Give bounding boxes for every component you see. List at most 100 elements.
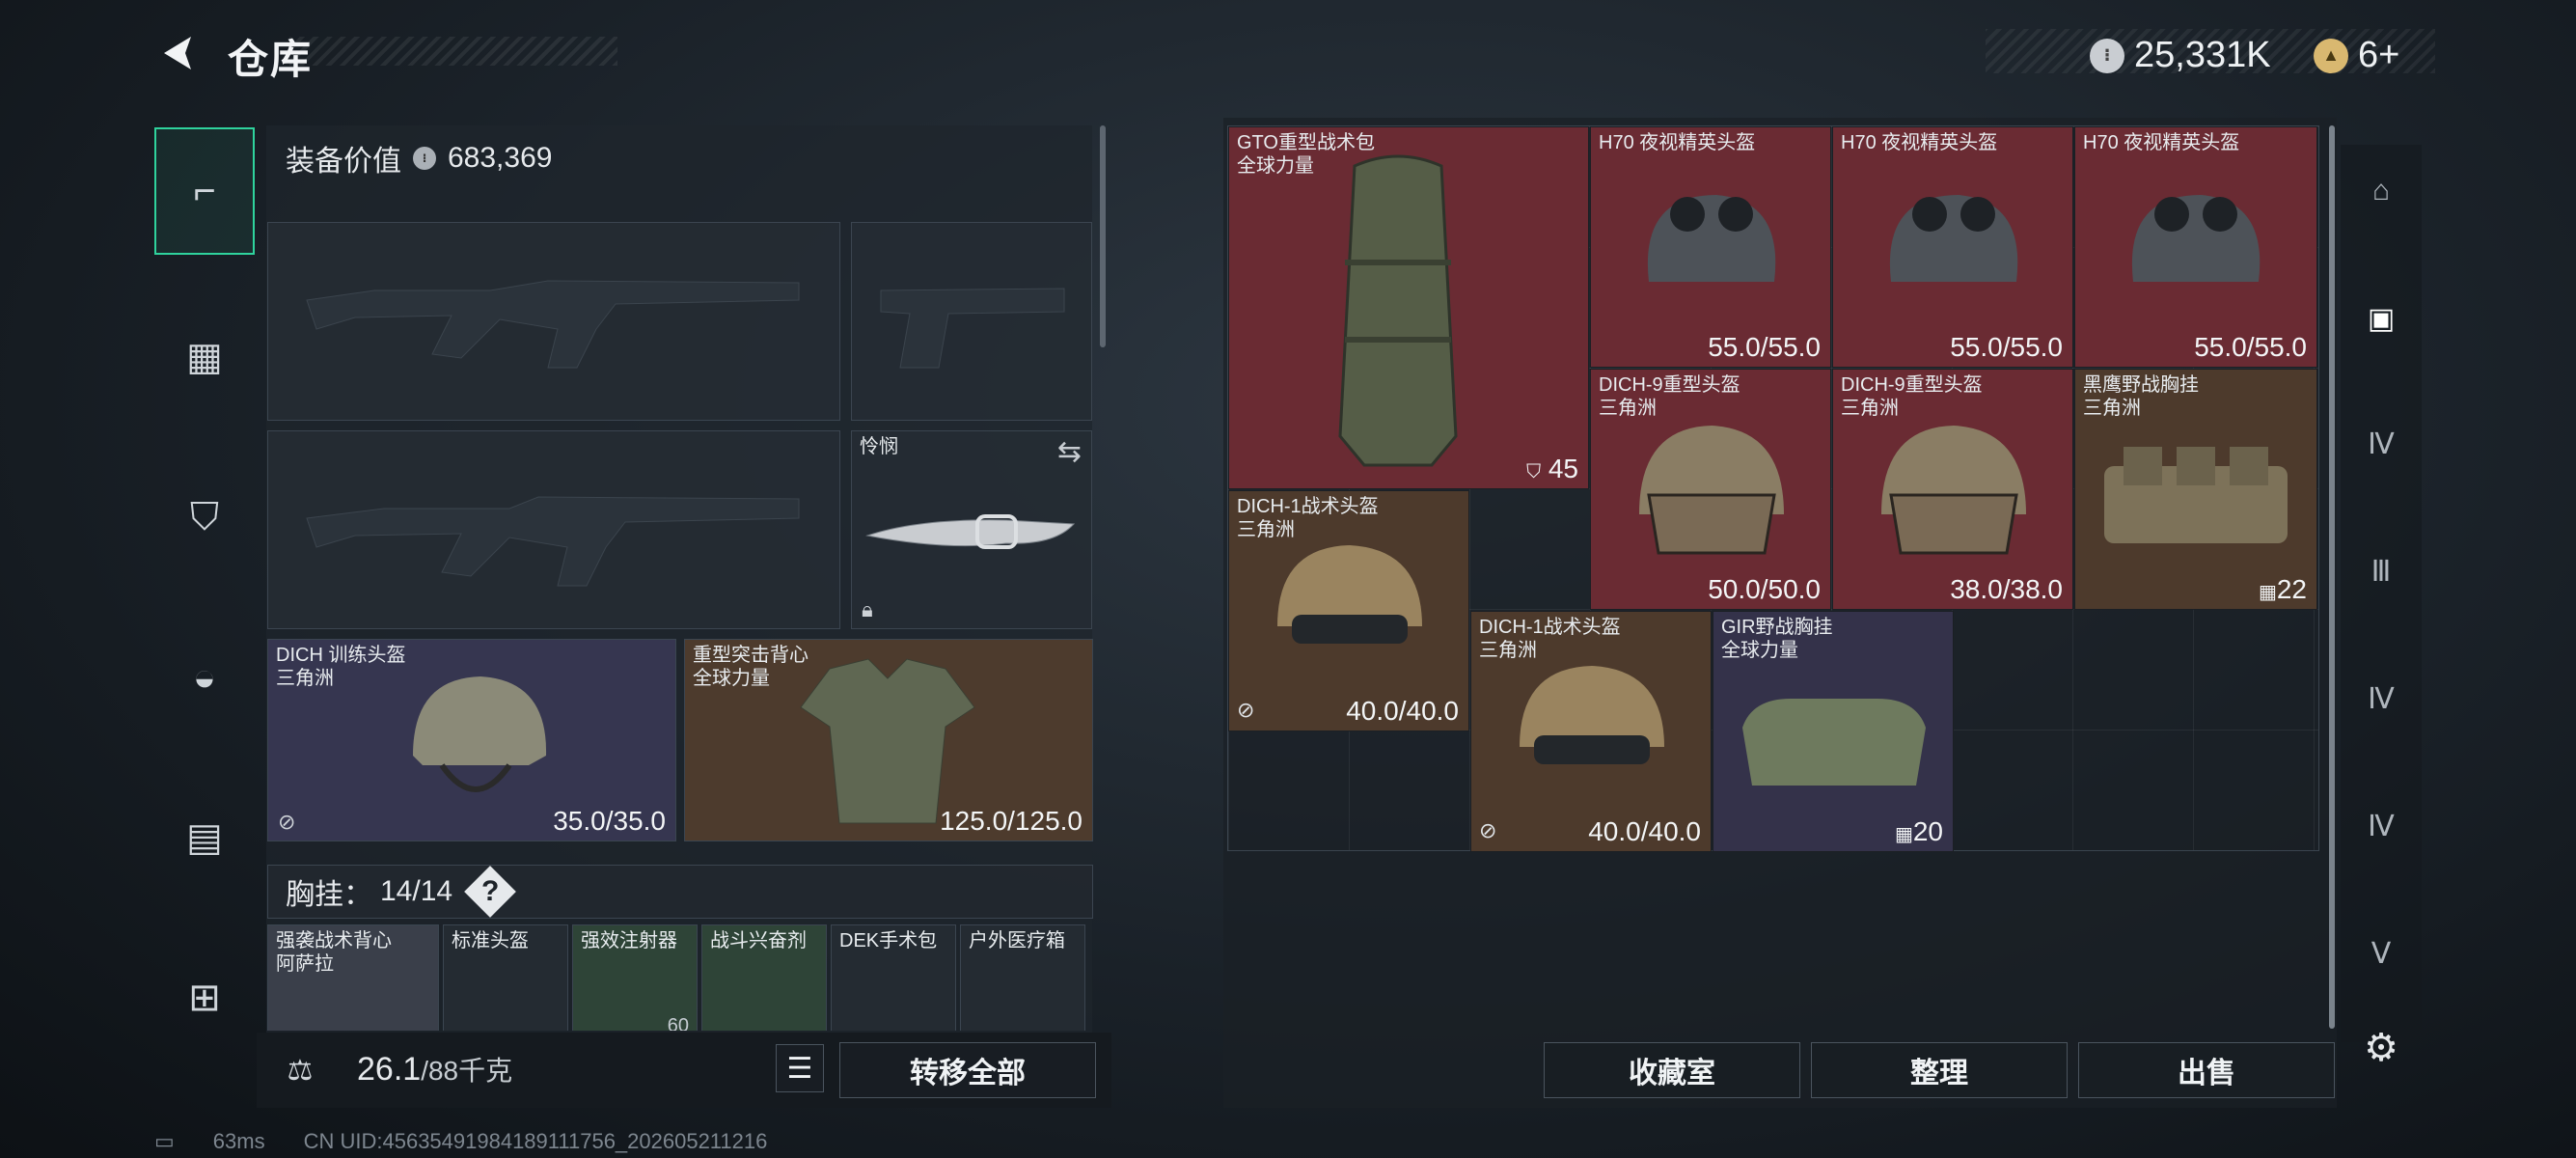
item-name: H70 夜视精英头盔 [2083, 132, 2240, 153]
list-icon[interactable]: ☰ [776, 1044, 824, 1092]
stash-tab-4c[interactable]: Ⅳ [2343, 787, 2420, 865]
equip-value-amount: 683,369 [448, 142, 553, 174]
rig-item-sub: 阿萨拉 [276, 953, 334, 975]
gold-currency[interactable]: ▲ 6+ [2314, 35, 2399, 76]
transfer-all-button[interactable]: 转移全部 [839, 1042, 1096, 1098]
stash-tab-gear[interactable]: ▣ [2343, 280, 2420, 357]
helmet-name-block: DICH 训练头盔 三角洲 [276, 644, 405, 690]
silver-currency: ⁝ 25,331K [2090, 35, 2271, 76]
item-name: 黑鹰野战胸挂 [2083, 374, 2199, 396]
pistol-icon: ⌐ [193, 169, 216, 212]
house-icon: ⌂ [2371, 175, 2391, 207]
help-icon[interactable]: ? [464, 866, 516, 918]
stash-tab-5[interactable]: Ⅴ [2343, 915, 2420, 992]
silver-amount: 25,331K [2134, 35, 2271, 75]
collection-room-button[interactable]: 收藏室 [1544, 1042, 1800, 1098]
helmet-slot[interactable]: DICH 训练头盔 三角洲 ⊘ 35.0/35.0 [267, 639, 676, 841]
stash-item-chest-rig[interactable]: GIR野战胸挂 全球力量 ▦20 [1713, 611, 1954, 852]
weight-readout: 26.1/88千克 [357, 1050, 512, 1089]
nav-armor[interactable]: ▦ [154, 293, 255, 421]
item-label: GIR野战胸挂 全球力量 [1721, 616, 1833, 662]
uid: CN UID:456354919841891117​56_20260521121… [303, 1129, 768, 1153]
chest-rig-count: 14/14 [380, 875, 453, 907]
gold-amount: 6+ [2358, 35, 2400, 75]
stash-tab-3[interactable]: Ⅲ [2343, 533, 2420, 610]
item-stat: 20 [1912, 816, 1943, 846]
rig-item[interactable]: 战斗兴奋剂 [701, 924, 827, 1031]
nv-helmet-image [2131, 195, 2261, 282]
stash-item-chest-rig[interactable]: 黑鹰野战胸挂 三角洲 ▦22 [2074, 369, 2317, 610]
sell-button[interactable]: 出售 [2078, 1042, 2335, 1098]
nv-helmet-image [1889, 195, 2018, 282]
vest-icon: ▦ [186, 336, 223, 378]
rig-capacity-icon: ▦ [1894, 824, 1913, 845]
tactical-helmet-image [1277, 545, 1422, 644]
stash-item-helmet[interactable]: H70 夜视精英头盔 55.0/55.0 [1832, 126, 2073, 368]
toolbox-icon: ⊞ [188, 977, 221, 1019]
gold-coin-icon: ▲ [2314, 38, 2348, 73]
rig-item[interactable]: 强效注射器 60 [572, 924, 698, 1031]
rig-item[interactable]: 户外医疗箱 [960, 924, 1085, 1031]
item-capacity: ⛉ 45 [1526, 454, 1578, 484]
item-sub: 全球力量 [1721, 640, 1798, 661]
no-repair-icon: ⊘ [1479, 818, 1497, 842]
chest-rig-image [2104, 447, 2288, 543]
item-name: DICH-1战术头盔 [1237, 496, 1379, 517]
stash-tab-main[interactable]: ⌂ [2343, 152, 2420, 230]
stash-tab-4[interactable]: Ⅳ [2343, 405, 2420, 482]
nav-backpack[interactable]: ⛉ [154, 454, 255, 581]
tactical-helmet-image [1520, 666, 1664, 764]
rig-item[interactable]: 标准头盔 [443, 924, 568, 1031]
chest-rig-header[interactable]: 胸挂： 14/14 ? [267, 865, 1093, 919]
item-name: DICH-1战术头盔 [1479, 617, 1621, 638]
settings-icon[interactable]: ⚙ [2343, 1009, 2420, 1087]
helmet-sub: 三角洲 [276, 668, 334, 689]
loadout-sidenav: ⌐ ▦ ⛉ ◒ ▤ ⊞ [154, 116, 255, 1081]
knife-image [865, 514, 1076, 549]
back-arrow-icon[interactable] [156, 31, 201, 75]
no-repair-icon: ⊘ [1237, 698, 1255, 722]
rig-item[interactable]: DEK手术包 [831, 924, 956, 1031]
stash-item-helmet[interactable]: H70 夜视精英头盔 55.0/55.0 [2074, 126, 2317, 368]
stash-scrollbar[interactable] [2329, 125, 2335, 1029]
no-repair-icon: ⊘ [278, 810, 296, 834]
nav-weapons[interactable]: ⌐ [154, 127, 255, 255]
swap-icon[interactable]: ⇆ [1057, 435, 1082, 469]
rifle-silhouette-icon [306, 280, 800, 369]
helmet-name: DICH 训练头盔 [276, 645, 406, 666]
stash-item-helmet[interactable]: DICH-1战术头盔 三角洲 ⊘ 40.0/40.0 [1228, 490, 1469, 731]
organize-button[interactable]: 整理 [1811, 1042, 2068, 1098]
armor-slot[interactable]: 重型突击背心 全球力量 125.0/125.0 [684, 639, 1093, 841]
melee-slot[interactable]: 怜悯 ⇆ 🔒︎ [851, 430, 1092, 629]
primary-weapon-slot[interactable] [267, 222, 840, 421]
item-stat: 55.0/55.0 [1950, 332, 2063, 362]
item-stat: 45 [1548, 454, 1578, 483]
stash-item-helmet[interactable]: H70 夜视精英头盔 55.0/55.0 [1590, 126, 1831, 368]
rig-item-name: 战斗兴奋剂 [710, 930, 807, 951]
nav-toolbox[interactable]: ⊞ [154, 934, 255, 1062]
rig-capacity-icon: ▦ [2258, 582, 2277, 603]
backpack-icon: ⛉ [190, 495, 219, 538]
secondary-weapon-slot[interactable] [267, 430, 840, 629]
sidearm-slot[interactable] [851, 222, 1092, 421]
lock-icon: 🔒︎ [862, 597, 873, 621]
silver-coin-icon: ⁝ [2090, 38, 2124, 73]
item-sub: 三角洲 [2083, 398, 2141, 419]
item-name: H70 夜视精英头盔 [1841, 132, 1998, 153]
stash-tab-4b[interactable]: Ⅳ [2343, 660, 2420, 737]
nav-pouch[interactable]: ◒ [154, 614, 255, 741]
loadout-scrollbar[interactable] [1100, 125, 1106, 347]
tier-four-icon: Ⅳ [2368, 810, 2395, 842]
stash-item-helmet[interactable]: DICH-9重型头盔 三角洲 50.0/50.0 [1590, 369, 1831, 610]
battery-icon: ▭ [154, 1129, 175, 1153]
title-decoration [289, 37, 617, 66]
stash-item-helmet[interactable]: DICH-1战术头盔 三角洲 ⊘ 40.0/40.0 [1470, 611, 1712, 852]
rig-item[interactable]: 强袭战术背心 阿萨拉 [267, 924, 439, 1031]
item-stat: 50.0/50.0 [1708, 574, 1821, 604]
stash-item-helmet[interactable]: DICH-9重型头盔 三角洲 38.0/38.0 [1832, 369, 2073, 610]
nav-case[interactable]: ▤ [154, 774, 255, 901]
equip-value-label: 装备价值 [286, 146, 401, 178]
stash-item-backpack[interactable]: GTO重型战术包 全球力量 ⛉ 45 [1228, 126, 1589, 489]
item-stat: 22 [2276, 574, 2307, 604]
equip-value: 装备价值 ⁝ 683,369 [286, 137, 552, 179]
